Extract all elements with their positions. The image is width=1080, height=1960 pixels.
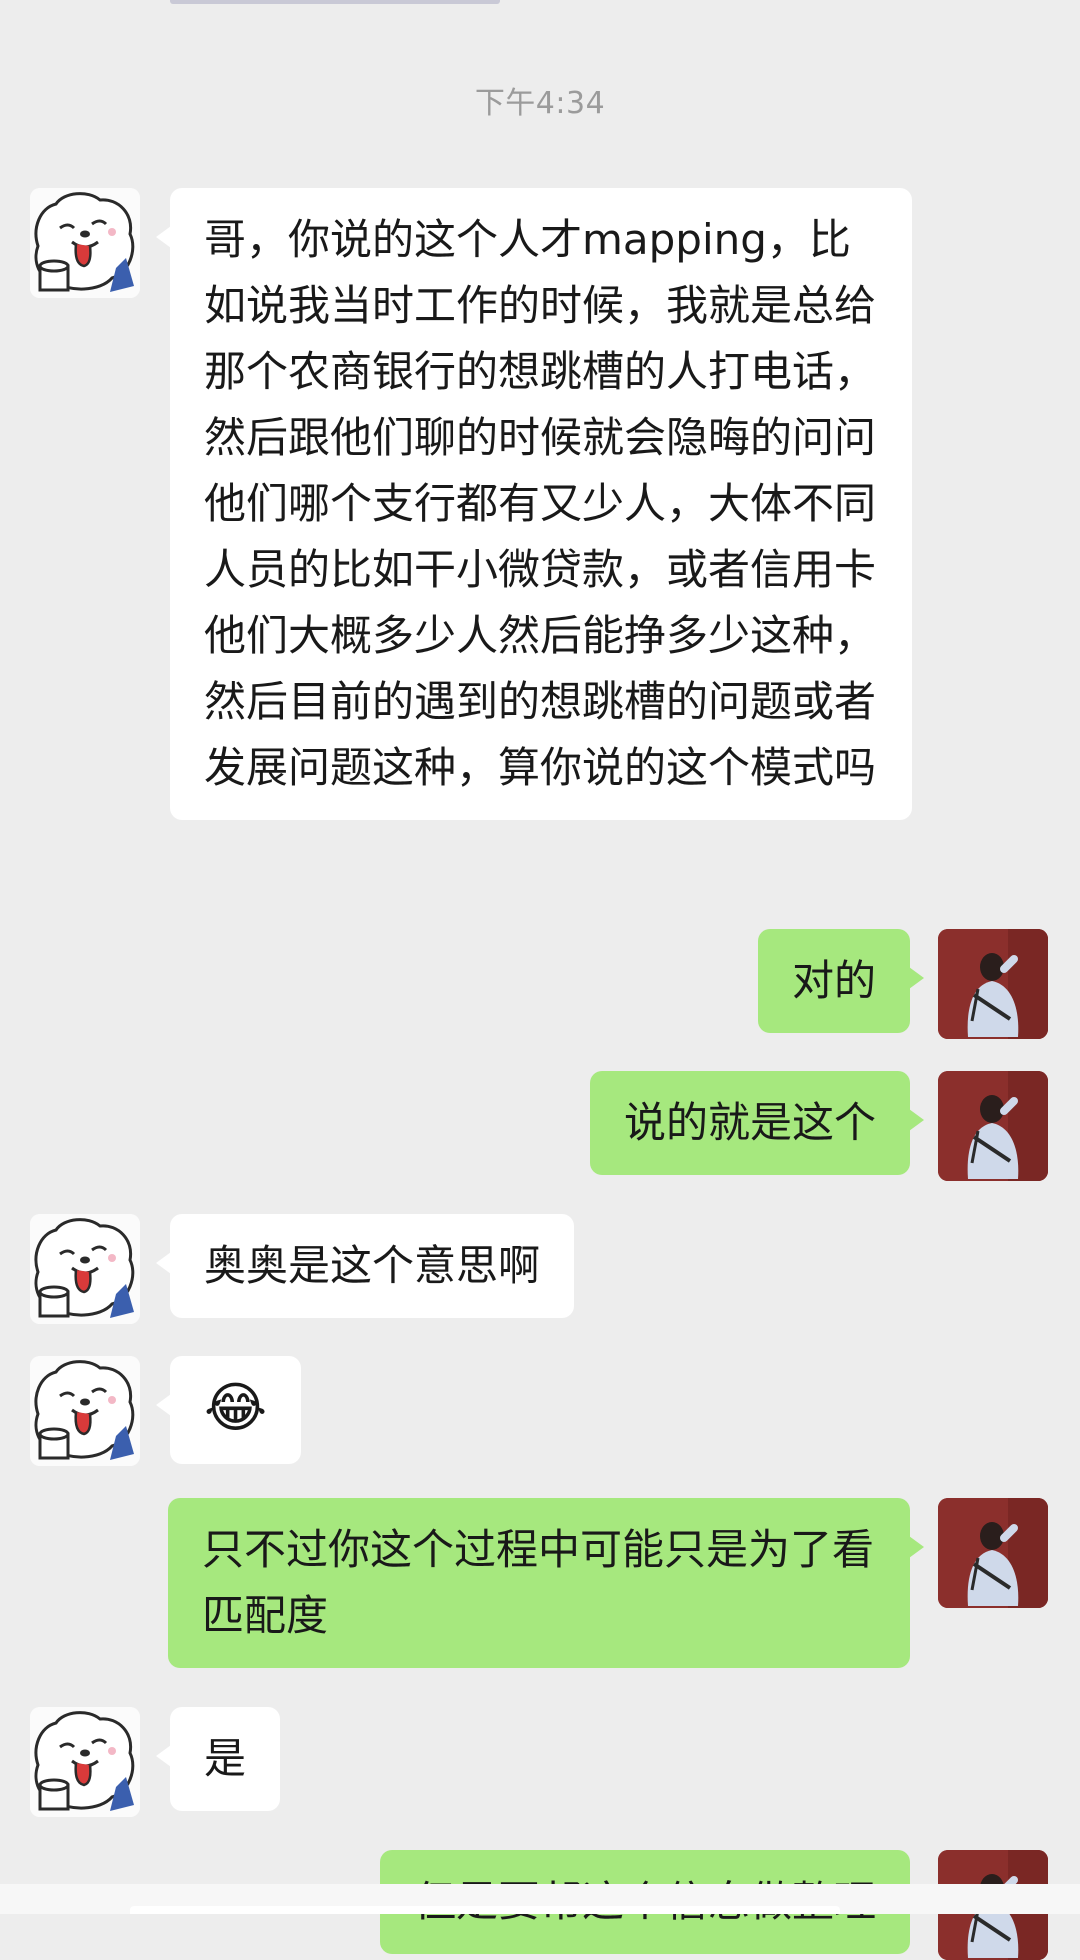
my-avatar[interactable] — [938, 1071, 1048, 1181]
dog-avatar-icon — [30, 1707, 140, 1817]
contact-avatar[interactable] — [30, 1707, 140, 1817]
my-avatar[interactable] — [938, 929, 1048, 1039]
contact-avatar[interactable] — [30, 1356, 140, 1466]
my-avatar[interactable] — [938, 1498, 1048, 1608]
person-avatar-icon — [938, 1498, 1048, 1608]
contact-avatar[interactable] — [30, 188, 140, 298]
message-bubble[interactable]: 说的就是这个 — [589, 1071, 925, 1175]
person-avatar-icon — [938, 929, 1048, 1039]
dog-avatar-icon — [30, 1214, 140, 1324]
dog-avatar-icon — [30, 1356, 140, 1466]
chat-timestamp: 下午4:34 — [474, 86, 606, 121]
message-bubble[interactable]: 哥，你说的这个人才mapping，比如说我当时工作的时候，我就是总给那个农商银行… — [156, 188, 912, 820]
contact-avatar[interactable] — [30, 1214, 140, 1324]
home-indicator[interactable] — [130, 1906, 840, 1914]
message-bubble[interactable]: 只不过你这个过程中可能只是为了看匹配度 — [168, 1498, 924, 1668]
message-bubble[interactable]: 奥奥是这个意思啊 — [155, 1214, 575, 1318]
person-avatar-icon — [938, 1071, 1048, 1181]
dog-avatar-icon — [30, 188, 140, 298]
message-bubble[interactable]: 对的 — [757, 929, 925, 1033]
laughing-emoji-icon: 😂 — [204, 1376, 268, 1439]
message-bubble[interactable]: 是 — [155, 1707, 281, 1811]
message-bubble[interactable]: 😂 — [155, 1356, 302, 1464]
top-strip — [170, 0, 500, 4]
